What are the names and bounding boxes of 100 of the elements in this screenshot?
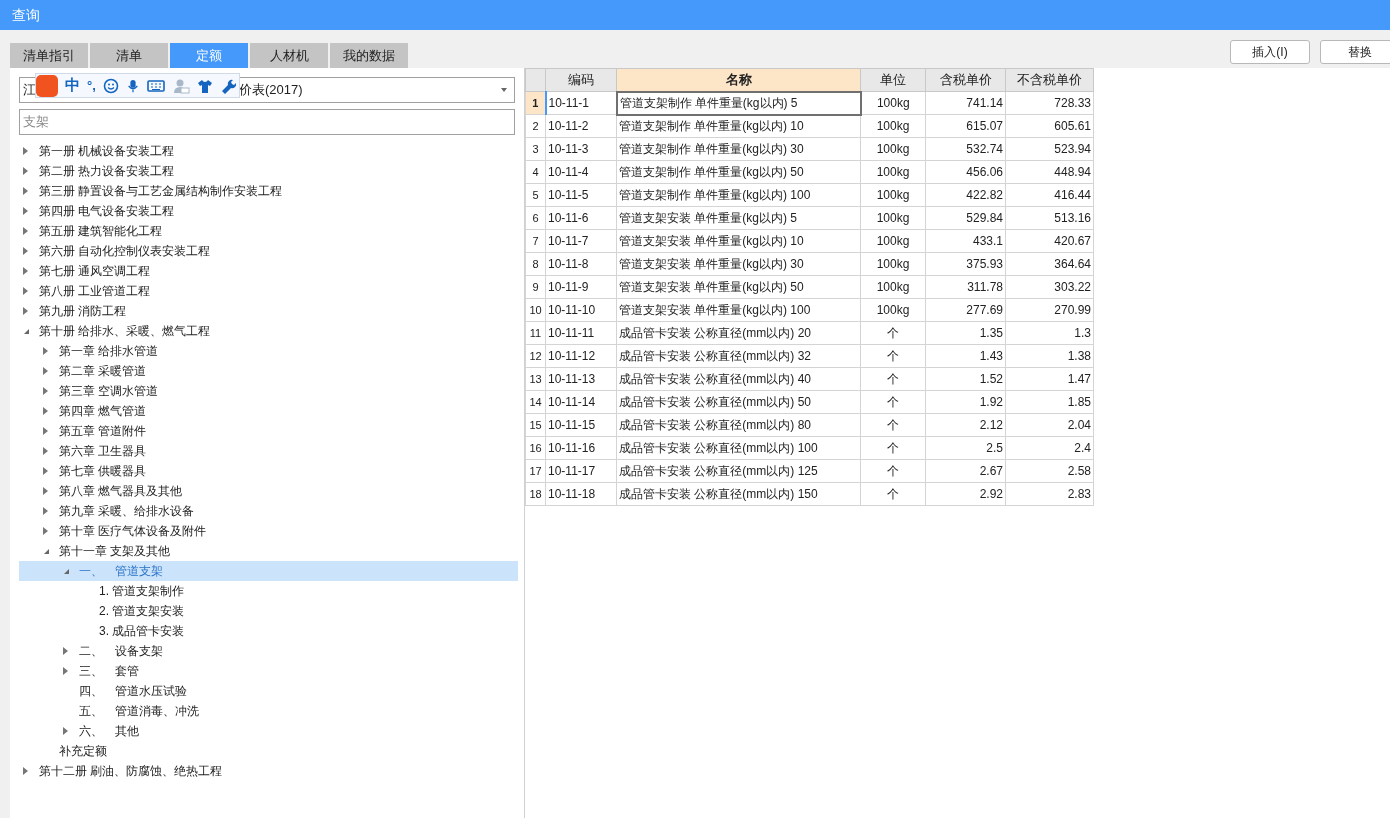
collapsed-arrow-icon[interactable] <box>23 287 30 295</box>
tree-item[interactable]: 三、 套管 <box>19 661 518 681</box>
tree-item[interactable]: 六、 其他 <box>19 721 518 741</box>
ime-logo-icon[interactable] <box>36 74 58 97</box>
collapsed-arrow-icon[interactable] <box>23 267 30 275</box>
column-header[interactable]: 名称 <box>616 68 861 92</box>
search-field[interactable]: 支架 <box>19 109 515 135</box>
table-cell: 个 <box>860 482 926 506</box>
tree-item[interactable]: 第一册 机械设备安装工程 <box>19 141 518 161</box>
table-cell: 100kg <box>860 160 926 184</box>
collapsed-arrow-icon[interactable] <box>43 447 50 455</box>
column-header[interactable]: 不含税单价 <box>1005 68 1094 92</box>
table-cell: 1.47 <box>1005 367 1094 391</box>
toolbar-button[interactable]: 替换 <box>1320 40 1390 64</box>
collapsed-arrow-icon[interactable] <box>43 487 50 495</box>
table-cell: 成品管卡安装 公称直径(mm以内) 150 <box>616 482 861 506</box>
table-cell: 管道支架安装 单件重量(kg以内) 30 <box>616 252 861 276</box>
tree-item[interactable]: 二、 设备支架 <box>19 641 518 661</box>
dropdown-caret-icon[interactable] <box>501 88 507 92</box>
tree-item[interactable]: 第四册 电气设备安装工程 <box>19 201 518 221</box>
table-cell: 433.1 <box>925 229 1006 253</box>
tree-item[interactable]: 第十章 医疗气体设备及附件 <box>19 521 518 541</box>
tree-item[interactable]: 补充定额 <box>19 741 518 761</box>
tree-item[interactable]: 第七章 供暖器具 <box>19 461 518 481</box>
table-cell: 728.33 <box>1005 91 1094 115</box>
tab[interactable]: 清单指引 <box>10 43 88 68</box>
collapsed-arrow-icon[interactable] <box>63 667 70 675</box>
microphone-icon[interactable] <box>125 77 140 94</box>
collapsed-arrow-icon[interactable] <box>23 147 30 155</box>
tree-item[interactable]: 第四章 燃气管道 <box>19 401 518 421</box>
collapsed-arrow-icon[interactable] <box>23 167 30 175</box>
tree-item[interactable]: 四、 管道水压试验 <box>19 681 518 701</box>
collapsed-arrow-icon[interactable] <box>43 407 50 415</box>
table-cell: 1.92 <box>925 390 1006 414</box>
input-mode-toggle[interactable]: 中 <box>65 74 80 97</box>
tree-item[interactable]: 第二章 采暖管道 <box>19 361 518 381</box>
tree-item[interactable]: 五、 管道消毒、冲洗 <box>19 701 518 721</box>
collapsed-arrow-icon[interactable] <box>43 367 50 375</box>
shirt-icon[interactable] <box>196 77 213 94</box>
table-cell: 1.85 <box>1005 390 1094 414</box>
tree-item[interactable]: 第一章 给排水管道 <box>19 341 518 361</box>
tree-item[interactable]: 第十册 给排水、采暖、燃气工程 <box>19 321 518 341</box>
column-header[interactable]: 含税单价 <box>925 68 1006 92</box>
collapsed-arrow-icon[interactable] <box>23 207 30 215</box>
window-title: 查询 <box>12 5 40 25</box>
tree-item[interactable]: 1. 管道支架制作 <box>19 581 518 601</box>
tree-item[interactable]: 第七册 通风空调工程 <box>19 261 518 281</box>
collapsed-arrow-icon[interactable] <box>43 387 50 395</box>
tab[interactable]: 我的数据 <box>330 43 408 68</box>
tree-item[interactable]: 第五册 建筑智能化工程 <box>19 221 518 241</box>
expanded-arrow-icon[interactable] <box>43 547 50 555</box>
column-header[interactable]: 编码 <box>545 68 617 92</box>
tree-item[interactable]: 第八册 工业管道工程 <box>19 281 518 301</box>
table-cell: 10-11-15 <box>545 413 617 437</box>
tree-item[interactable]: 第九章 采暖、给排水设备 <box>19 501 518 521</box>
collapsed-arrow-icon[interactable] <box>23 247 30 255</box>
tree-item[interactable]: 3. 成品管卡安装 <box>19 621 518 641</box>
keyboard-icon[interactable] <box>146 78 165 93</box>
collapsed-arrow-icon[interactable] <box>43 527 50 535</box>
column-header[interactable]: 单位 <box>860 68 926 92</box>
collapsed-arrow-icon[interactable] <box>43 467 50 475</box>
row-number: 12 <box>525 344 546 368</box>
table-cell: 个 <box>860 367 926 391</box>
tree-item[interactable]: 第九册 消防工程 <box>19 301 518 321</box>
tree-item[interactable]: 第六章 卫生器具 <box>19 441 518 461</box>
collapsed-arrow-icon[interactable] <box>23 227 30 235</box>
collapsed-arrow-icon[interactable] <box>43 427 50 435</box>
tab[interactable]: 人材机 <box>250 43 328 68</box>
expanded-arrow-icon[interactable] <box>63 567 70 575</box>
tree-item[interactable]: 第三册 静置设备与工艺金属结构制作安装工程 <box>19 181 518 201</box>
collapsed-arrow-icon[interactable] <box>63 647 70 655</box>
tree-item[interactable]: 第二册 热力设备安装工程 <box>19 161 518 181</box>
tree-item[interactable]: 一、 管道支架 <box>19 561 518 581</box>
tree-item[interactable]: 第八章 燃气器具及其他 <box>19 481 518 501</box>
emoji-icon[interactable] <box>102 77 119 94</box>
tree-item[interactable]: 2. 管道支架安装 <box>19 601 518 621</box>
tree-item[interactable]: 第十二册 刷油、防腐蚀、绝热工程 <box>19 761 518 781</box>
collapsed-arrow-icon[interactable] <box>63 727 70 735</box>
tree-item[interactable]: 第三章 空调水管道 <box>19 381 518 401</box>
table-cell: 1.38 <box>1005 344 1094 368</box>
table-cell: 10-11-9 <box>545 275 617 299</box>
collapsed-arrow-icon[interactable] <box>43 507 50 515</box>
expanded-arrow-icon[interactable] <box>23 327 30 335</box>
collapsed-arrow-icon[interactable] <box>43 347 50 355</box>
punctuation-toggle[interactable]: °, <box>87 75 96 96</box>
table-cell: 管道支架安装 单件重量(kg以内) 100 <box>616 298 861 322</box>
collapsed-arrow-icon[interactable] <box>23 187 30 195</box>
collapsed-arrow-icon[interactable] <box>23 307 30 315</box>
table-cell: 成品管卡安装 公称直径(mm以内) 20 <box>616 321 861 345</box>
collapsed-arrow-icon[interactable] <box>23 767 30 775</box>
table-cell: 10-11-12 <box>545 344 617 368</box>
table-cell: 2.67 <box>925 459 1006 483</box>
toolbar-button[interactable]: 插入(I) <box>1230 40 1310 64</box>
tree-item[interactable]: 第十一章 支架及其他 <box>19 541 518 561</box>
table-cell: 10-11-17 <box>545 459 617 483</box>
tree-item[interactable]: 第五章 管道附件 <box>19 421 518 441</box>
tree-item[interactable]: 第六册 自动化控制仪表安装工程 <box>19 241 518 261</box>
tab[interactable]: 清单 <box>90 43 168 68</box>
table-cell: 100kg <box>860 183 926 207</box>
table-cell: 513.16 <box>1005 206 1094 230</box>
